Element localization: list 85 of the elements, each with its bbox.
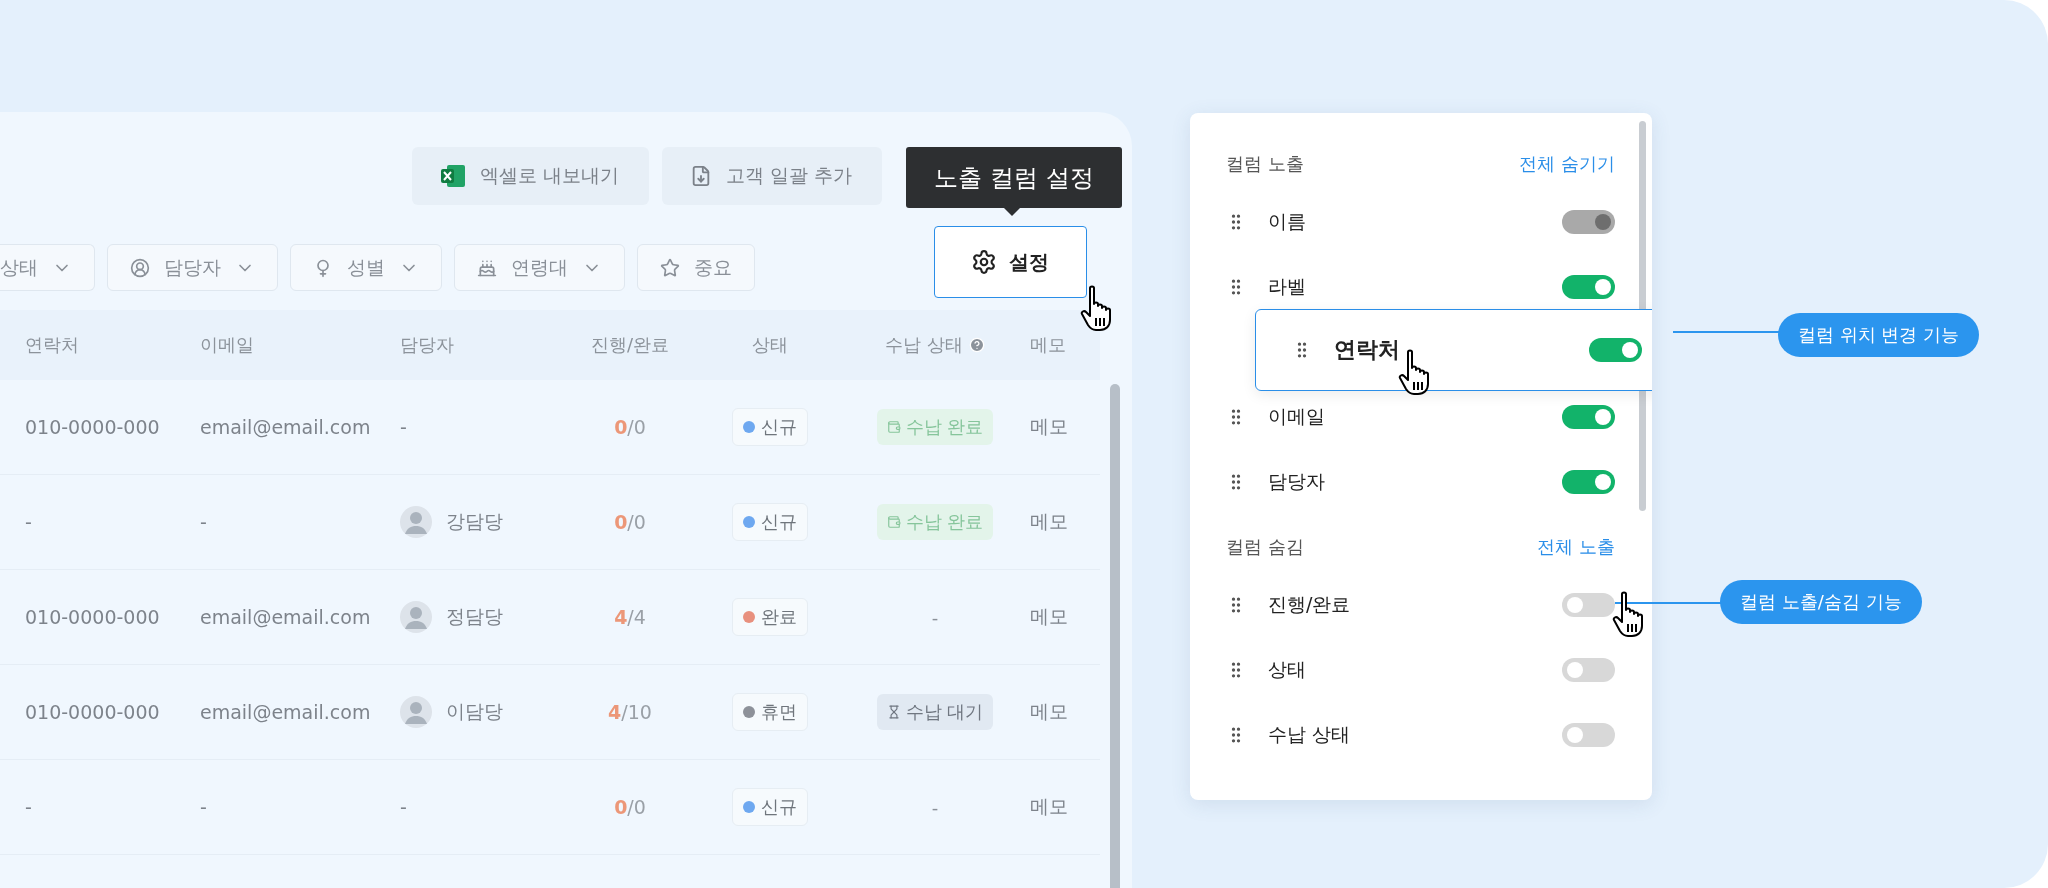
status-badge: 신규 (732, 408, 808, 446)
toggle-switch[interactable] (1589, 338, 1642, 362)
table-cell: - (200, 796, 207, 818)
column-header: 담당자 (400, 333, 455, 357)
table-cell: - (200, 511, 207, 533)
export-button[interactable]: 엑셀로 내보내기 (412, 147, 650, 205)
toggle-switch[interactable] (1562, 469, 1615, 494)
callout-label: 컬럼 위치 변경 기능 (1778, 313, 1980, 357)
status-badge: 휴면 (732, 693, 808, 731)
column-header: 메모 (1030, 333, 1067, 357)
avatar-placeholder (400, 696, 432, 728)
status-badge: 완료 (732, 598, 808, 636)
person-icon (130, 257, 150, 278)
toggle-all-link[interactable]: 전체 노출 (1537, 535, 1615, 559)
progress-count: 4/10 (608, 701, 652, 723)
table-cell: email@email.com (200, 416, 371, 438)
manager-name: 정담당 (446, 604, 503, 629)
section-title: 컬럼 숨김 (1226, 535, 1304, 559)
payment-status: 수납 완료 (876, 409, 994, 445)
column-name: 이메일 (1268, 403, 1326, 429)
toggle-switch[interactable] (1562, 592, 1615, 617)
status-badge: 신규 (732, 788, 808, 826)
progress-count: 4/4 (614, 606, 646, 628)
wallet-icon (886, 420, 901, 434)
scrollbar[interactable] (1110, 384, 1120, 888)
column-header: 진행/완료 (589, 333, 671, 357)
spreadsheet-icon (440, 164, 466, 188)
settings-button[interactable]: 설정 (933, 226, 1087, 298)
toggle-switch[interactable] (1562, 404, 1615, 429)
manager-name: 강담당 (446, 509, 503, 534)
import-button[interactable]: 고객 일괄 추가 (662, 147, 883, 205)
status-badge: 신규 (732, 503, 808, 541)
table-cell-text: 메모 (1030, 414, 1068, 439)
payment-status: 수납 완료 (876, 504, 994, 540)
filter-dropdown[interactable]: 상태 (0, 244, 95, 291)
manager-name: 이담당 (446, 699, 503, 724)
table-cell-text: 메모 (1030, 604, 1068, 629)
tooltip-pointer (1004, 208, 1020, 216)
toggle-switch[interactable] (1562, 274, 1615, 299)
filter-dropdown[interactable]: 담당자 (107, 244, 278, 291)
filter-dropdown[interactable]: 중요 (637, 244, 755, 291)
toggle-switch[interactable] (1562, 722, 1615, 747)
manager-name: - (400, 416, 407, 438)
progress-count: 0/0 (614, 416, 646, 438)
avatar-placeholder (400, 506, 432, 538)
star-icon (660, 257, 680, 278)
section-title: 컬럼 노출 (1226, 152, 1304, 176)
tooltip: 노출 컬럼 설정 (906, 147, 1122, 208)
column-name: 상태 (1268, 656, 1307, 682)
table-cell-text: 메모 (1030, 794, 1068, 819)
toggle-all-link[interactable]: 전체 숨기기 (1519, 152, 1615, 176)
filter-dropdown[interactable]: 성별 (290, 244, 442, 291)
help-icon (968, 337, 985, 353)
table-cell: email@email.com (200, 701, 371, 723)
toggle-switch[interactable] (1562, 657, 1615, 682)
column-header: 상태 (751, 333, 789, 357)
progress-count: 0/0 (614, 796, 646, 818)
column-name: 연락처 (1334, 336, 1401, 364)
manager-name: - (400, 796, 407, 818)
settings-icon (971, 249, 997, 275)
column-name: 담당자 (1268, 468, 1326, 494)
table-cell: 010-0000-000 (25, 416, 160, 438)
table-cell: email@email.com (200, 606, 371, 628)
table-cell: 010-0000-000 (25, 701, 160, 723)
column-header: 연락처 (25, 333, 80, 357)
column-name: 진행/완료 (1268, 591, 1352, 617)
table-cell: - (25, 796, 32, 818)
callout-label: 컬럼 노출/숨김 기능 (1720, 580, 1922, 624)
column-header: 이메일 (200, 333, 255, 357)
wallet-icon (886, 515, 901, 529)
payment-status: - (930, 795, 940, 820)
column-name: 수납 상태 (1268, 721, 1352, 747)
table-cell-text: 메모 (1030, 509, 1068, 534)
progress-count: 0/0 (614, 511, 646, 533)
hourglass-icon (886, 705, 901, 719)
column-header: 수납 상태 (840, 333, 1030, 357)
table-cell: - (25, 511, 32, 533)
column-name: 라벨 (1268, 273, 1307, 299)
payment-status: - (930, 605, 940, 630)
filter-dropdown[interactable]: 연령대 (454, 244, 625, 291)
payment-status: 수납 대기 (876, 694, 994, 730)
avatar-placeholder (400, 601, 432, 633)
column-name: 이름 (1268, 208, 1307, 234)
table-cell: 010-0000-000 (25, 606, 160, 628)
table-cell-text: 메모 (1030, 699, 1068, 724)
